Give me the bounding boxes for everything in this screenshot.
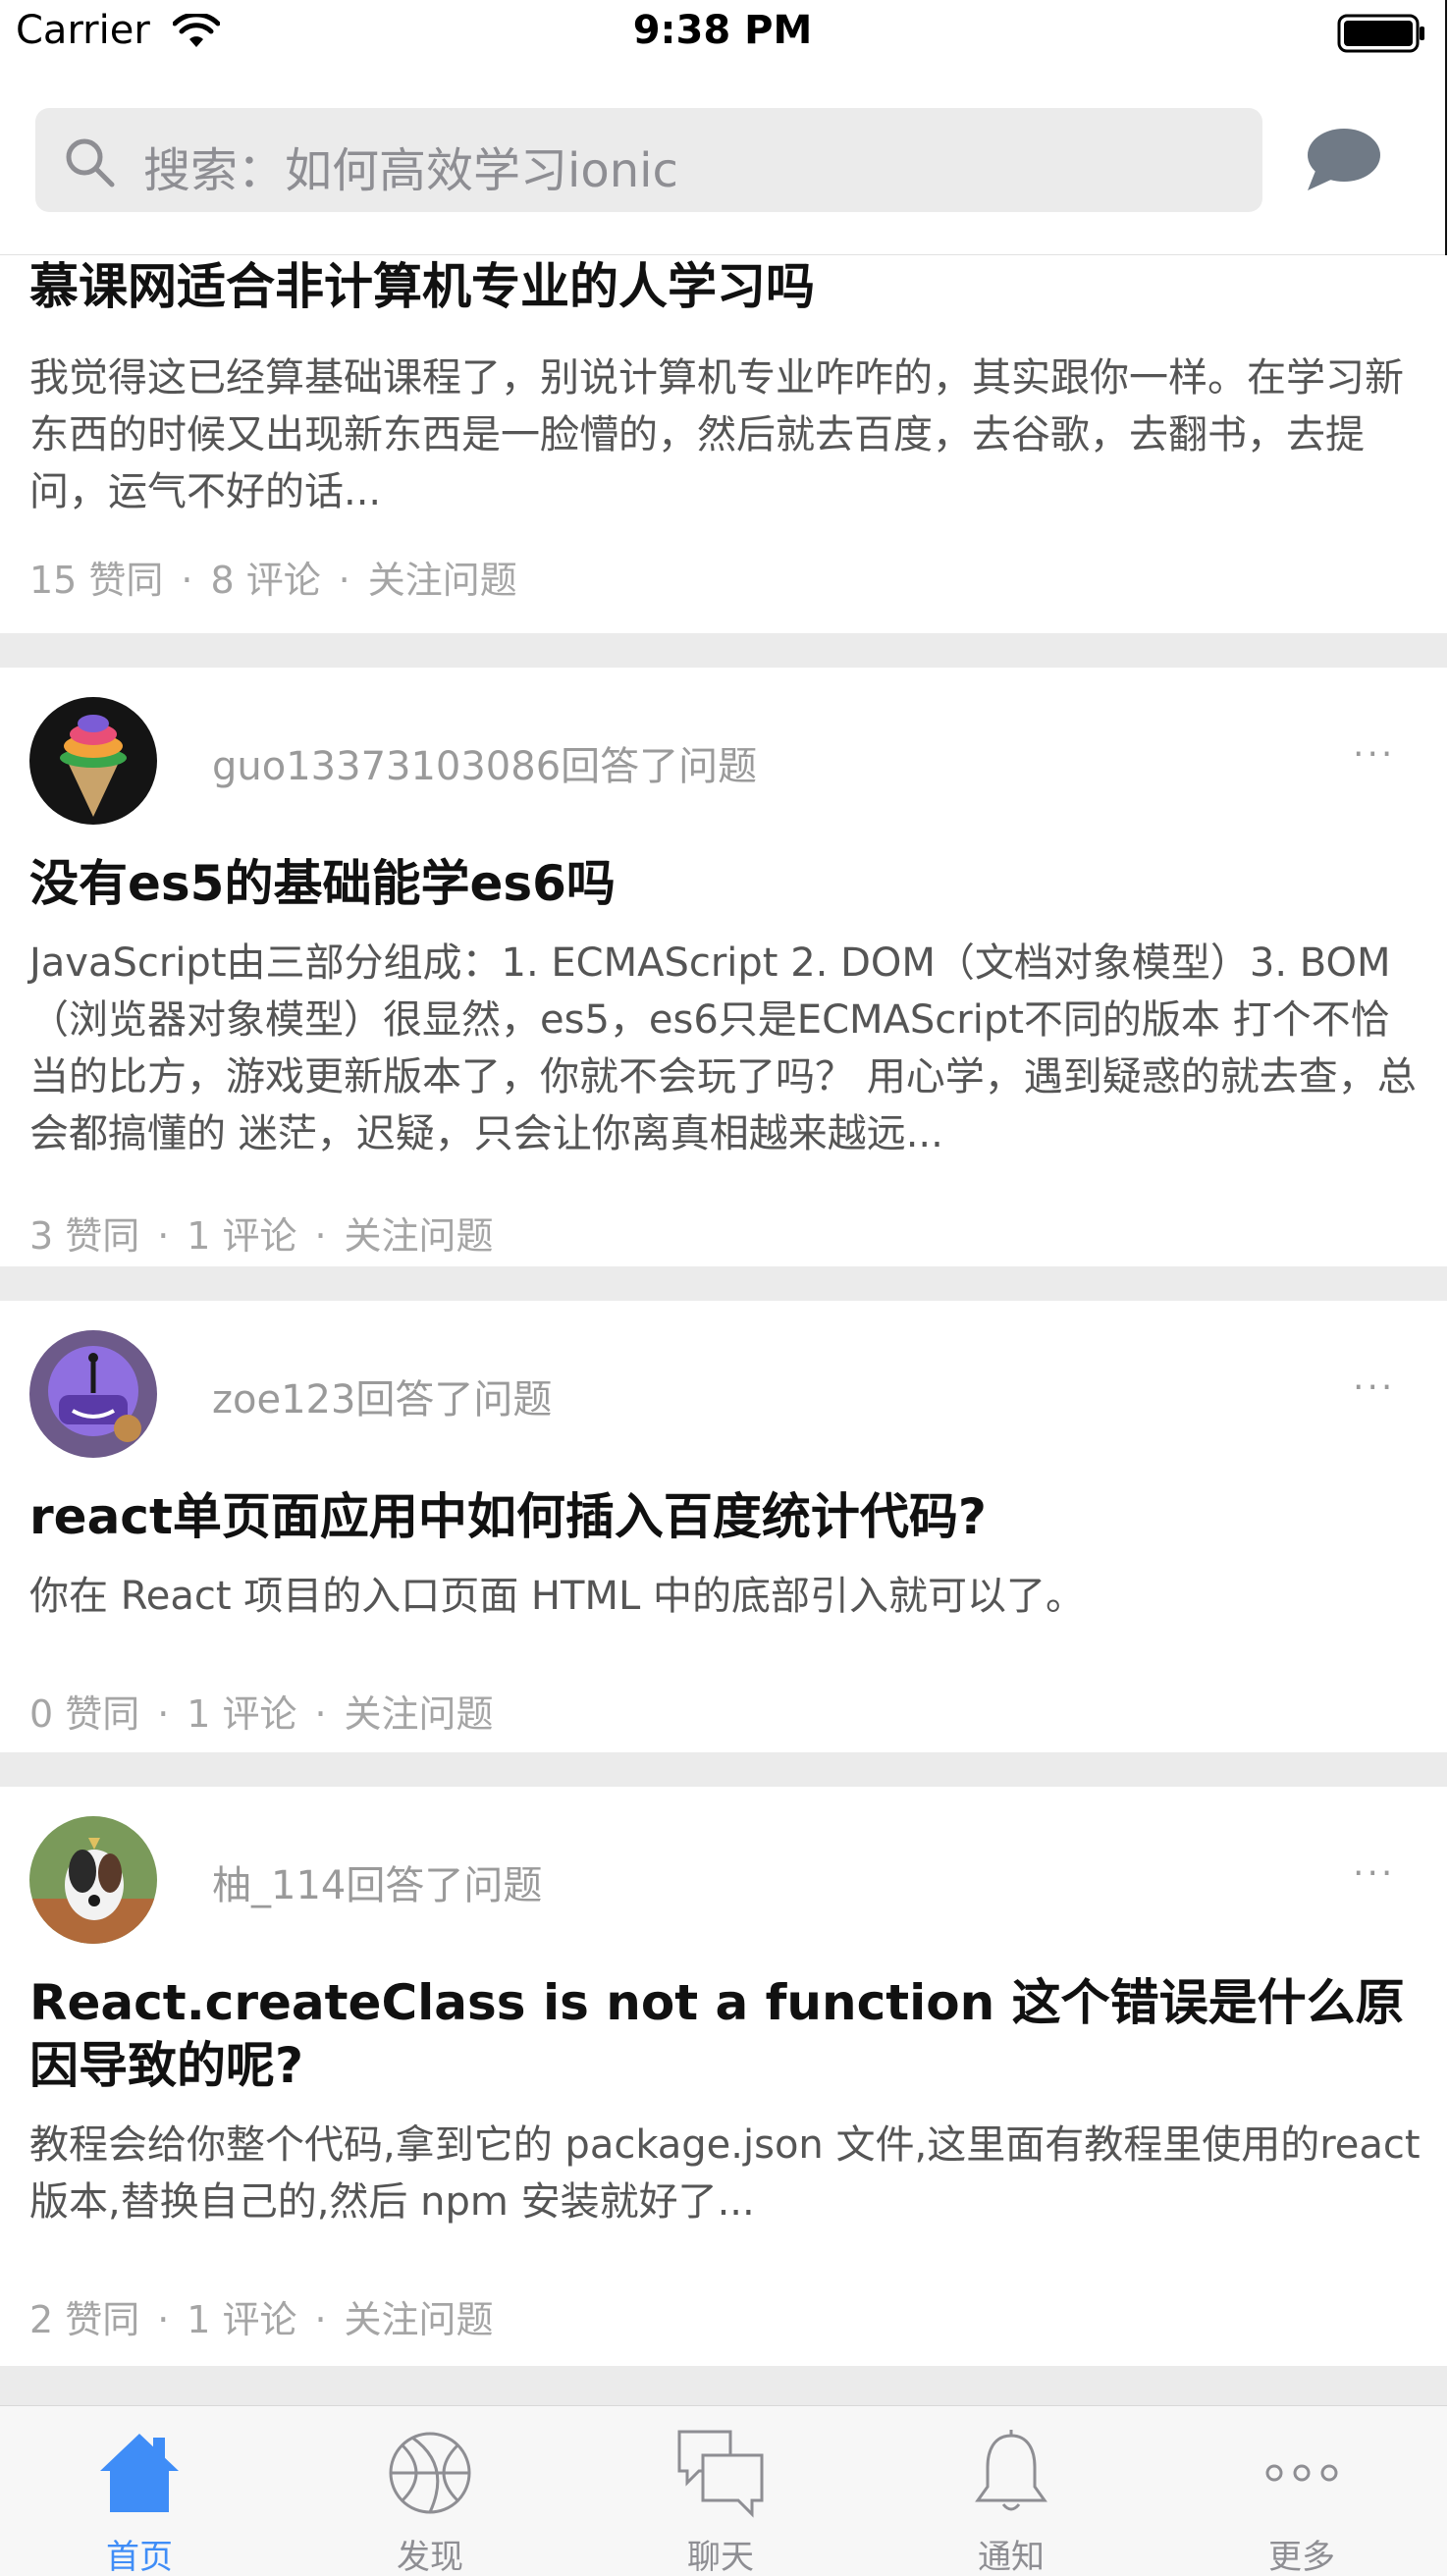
tab-label: 更多 (1268, 2538, 1335, 2576)
card-meta: 3 赞同 · 1 评论 · 关注问题 (29, 1206, 494, 1260)
tab-discover[interactable]: 发现 (332, 2426, 528, 2576)
tab-notifications[interactable]: 通知 (913, 2426, 1109, 2576)
answer-excerpt[interactable]: 我觉得这已经算基础课程了，别说计算机专业咋咋的，其实跟你一样。在学习新东西的时候… (29, 349, 1423, 520)
question-feed[interactable]: 慕课网适合非计算机专业的人学习吗 我觉得这已经算基础课程了，别说计算机专业咋咋的… (0, 255, 1447, 2405)
question-title[interactable]: React.createClass is not a function 这个错误… (29, 1971, 1418, 2097)
meta-separator: · (338, 559, 350, 602)
meta-separator: · (157, 2298, 170, 2341)
avatar[interactable] (29, 697, 157, 825)
question-title[interactable]: react单页面应用中如何插入百度统计代码? (29, 1485, 1418, 1548)
answer-excerpt[interactable]: JavaScript由三部分组成：1. ECMAScript 2. DOM（文档… (29, 935, 1423, 1162)
follow-question-link[interactable]: 关注问题 (368, 559, 517, 602)
follow-question-link[interactable]: 关注问题 (345, 1692, 494, 1736)
like-count[interactable]: 3 赞同 (29, 1214, 139, 1258)
search-icon (66, 138, 115, 188)
follow-question-link[interactable]: 关注问题 (345, 2298, 494, 2341)
like-count[interactable]: 15 赞同 (29, 559, 163, 602)
like-count[interactable]: 2 赞同 (29, 2298, 139, 2341)
comment-count[interactable]: 1 评论 (187, 1214, 296, 1258)
more-icon (1265, 2464, 1338, 2482)
home-icon (100, 2434, 179, 2512)
more-options-icon[interactable]: ··· (1353, 734, 1395, 775)
question-title[interactable]: 慕课网适合非计算机专业的人学习吗 (29, 255, 1418, 318)
answer-excerpt[interactable]: 教程会给你整个代码,拿到它的 package.json 文件,这里面有教程里使用… (29, 2117, 1423, 2230)
search-placeholder: 搜索：如何高效学习ionic (143, 143, 678, 198)
meta-separator: · (314, 2298, 327, 2341)
tab-label: 通知 (978, 2538, 1045, 2576)
bottom-tab-bar: 首页 发现 聊天 通知 更多 (0, 2405, 1447, 2576)
tab-label: 聊天 (687, 2538, 754, 2576)
status-bar: Carrier 9:38 PM (0, 0, 1445, 69)
meta-separator: · (314, 1692, 327, 1736)
answer-user-line[interactable]: zoe123回答了问题 (212, 1368, 552, 1424)
comment-count[interactable]: 8 评论 (210, 559, 320, 602)
card-meta: 15 赞同 · 8 评论 · 关注问题 (29, 550, 517, 604)
question-title[interactable]: 没有es5的基础能学es6吗 (29, 852, 1418, 915)
feed-card[interactable]: guo13373103086回答了问题 ··· 没有es5的基础能学es6吗 J… (0, 668, 1447, 1266)
avatar[interactable] (29, 1816, 157, 1944)
app-screen: Carrier 9:38 PM 搜索：如何高效学习ionic 慕课网适合非计算机… (0, 0, 1447, 2576)
comment-count[interactable]: 1 评论 (187, 2298, 296, 2341)
more-options-icon[interactable]: ··· (1353, 1853, 1395, 1894)
more-options-icon[interactable]: ··· (1353, 1368, 1395, 1408)
answer-excerpt[interactable]: 你在 React 项目的入口页面 HTML 中的底部引入就可以了。 (29, 1568, 1423, 1625)
battery-icon (1337, 14, 1424, 53)
tab-label: 首页 (106, 2538, 173, 2576)
meta-separator: · (181, 559, 193, 602)
tab-label: 发现 (397, 2538, 463, 2576)
chat-bubble-icon[interactable] (1306, 126, 1382, 194)
answer-user-line[interactable]: 柚_114回答了问题 (212, 1853, 542, 1910)
card-meta: 0 赞同 · 1 评论 · 关注问题 (29, 1684, 494, 1738)
like-count[interactable]: 0 赞同 (29, 1692, 139, 1736)
avatar[interactable] (29, 1330, 157, 1458)
tab-chat[interactable]: 聊天 (622, 2426, 819, 2576)
search-bar[interactable]: 搜索：如何高效学习ionic (35, 108, 1262, 212)
answer-user-line[interactable]: guo13373103086回答了问题 (212, 734, 757, 791)
follow-question-link[interactable]: 关注问题 (345, 1214, 494, 1258)
comment-count[interactable]: 1 评论 (187, 1692, 296, 1736)
meta-separator: · (157, 1214, 170, 1258)
meta-separator: · (314, 1214, 327, 1258)
basketball-icon (389, 2432, 471, 2514)
tab-home[interactable]: 首页 (41, 2426, 238, 2576)
bell-icon (975, 2430, 1047, 2511)
meta-separator: · (157, 1692, 170, 1736)
top-header: 搜索：如何高效学习ionic (0, 69, 1445, 255)
card-meta: 2 赞同 · 1 评论 · 关注问题 (29, 2289, 494, 2343)
tab-more[interactable]: 更多 (1204, 2426, 1400, 2576)
feed-card[interactable]: 柚_114回答了问题 ··· React.createClass is not … (0, 1787, 1447, 2366)
feed-card[interactable]: zoe123回答了问题 ··· react单页面应用中如何插入百度统计代码? 你… (0, 1301, 1447, 1752)
feed-card[interactable]: 慕课网适合非计算机专业的人学习吗 我觉得这已经算基础课程了，别说计算机专业咋咋的… (0, 255, 1447, 633)
chat-icon (677, 2430, 764, 2518)
clock: 9:38 PM (632, 8, 813, 53)
